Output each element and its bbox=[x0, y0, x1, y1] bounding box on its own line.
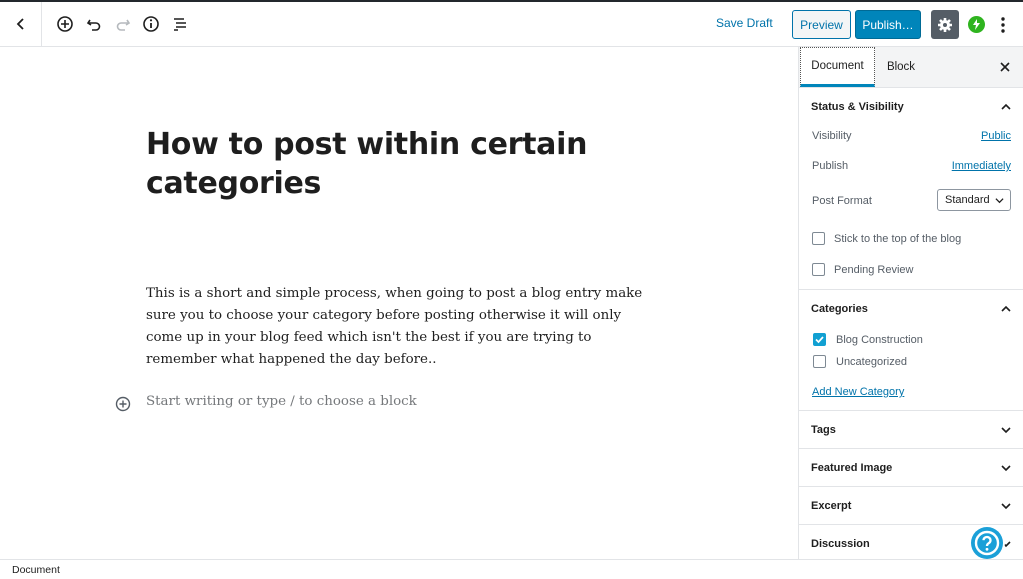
list-view-icon bbox=[174, 18, 186, 31]
close-icon[interactable] bbox=[997, 59, 1013, 75]
chevron-down-icon bbox=[1001, 427, 1011, 434]
breadcrumb[interactable]: Document bbox=[12, 564, 60, 576]
block-breadcrumb-bar: Document bbox=[0, 559, 1023, 579]
panel-title: Excerpt bbox=[811, 499, 852, 512]
help-button[interactable] bbox=[971, 527, 1003, 559]
save-draft-button[interactable]: Save Draft bbox=[716, 16, 773, 30]
add-block-button[interactable] bbox=[54, 13, 76, 35]
visibility-link[interactable]: Public bbox=[981, 130, 1011, 142]
default-block-appender[interactable]: Start writing or type / to choose a bloc… bbox=[146, 394, 417, 409]
checkmark-icon bbox=[815, 336, 824, 344]
panel-status-visibility: Status & Visibility Visibility Public Pu… bbox=[799, 88, 1023, 290]
chevron-down-icon bbox=[1001, 465, 1011, 472]
chevron-up-icon bbox=[1001, 103, 1011, 110]
panel-title: Status & Visibility bbox=[811, 100, 904, 113]
question-mark-icon bbox=[974, 530, 1000, 556]
panel-title: Discussion bbox=[811, 537, 870, 550]
chevron-down-icon bbox=[1001, 503, 1011, 510]
redo-icon bbox=[116, 19, 131, 31]
jetpack-bolt-icon bbox=[973, 19, 980, 30]
paragraph-block[interactable]: This is a short and simple process, when… bbox=[146, 283, 646, 371]
panel-excerpt[interactable]: Excerpt bbox=[799, 487, 1023, 525]
gear-icon bbox=[938, 17, 952, 32]
info-icon bbox=[143, 16, 159, 32]
plus-circle-icon bbox=[57, 16, 73, 32]
post-format-label: Post Format bbox=[812, 195, 872, 207]
redo-button[interactable] bbox=[112, 13, 134, 35]
panel-toggle-featured-image[interactable]: Featured Image bbox=[799, 449, 1023, 486]
post-format-select[interactable]: Standard bbox=[937, 189, 1011, 211]
panel-toggle-tags[interactable]: Tags bbox=[799, 411, 1023, 448]
publish-date-link[interactable]: Immediately bbox=[952, 160, 1011, 172]
undo-button[interactable] bbox=[83, 13, 105, 35]
panel-toggle-status-visibility[interactable]: Status & Visibility bbox=[799, 88, 1023, 125]
more-vertical-icon bbox=[1001, 17, 1005, 33]
post-format-value: Standard bbox=[945, 194, 990, 206]
panel-toggle-categories[interactable]: Categories bbox=[799, 290, 1023, 327]
panel-tags[interactable]: Tags bbox=[799, 411, 1023, 449]
panel-title: Tags bbox=[811, 423, 836, 436]
back-button[interactable] bbox=[0, 2, 42, 46]
add-new-category-link[interactable]: Add New Category bbox=[812, 386, 904, 398]
tab-block[interactable]: Block bbox=[883, 47, 919, 87]
chevron-left-icon bbox=[16, 18, 24, 30]
settings-button[interactable] bbox=[931, 10, 959, 39]
sticky-checkbox[interactable] bbox=[812, 232, 825, 245]
category-checkbox-blog-construction[interactable] bbox=[813, 333, 826, 346]
settings-sidebar: Document Block Status & Visibility Visib… bbox=[798, 47, 1023, 559]
visibility-label: Visibility bbox=[812, 130, 852, 142]
content-info-button[interactable] bbox=[140, 13, 162, 35]
pending-review-label: Pending Review bbox=[834, 264, 914, 276]
pending-review-checkbox[interactable] bbox=[812, 263, 825, 276]
inline-inserter-icon[interactable] bbox=[115, 396, 131, 412]
chevron-up-icon bbox=[1001, 305, 1011, 312]
panel-toggle-excerpt[interactable]: Excerpt bbox=[799, 487, 1023, 524]
panel-title: Categories bbox=[811, 302, 868, 315]
undo-icon bbox=[86, 19, 101, 31]
category-label: Blog Construction bbox=[836, 334, 923, 346]
category-checkbox-uncategorized[interactable] bbox=[813, 355, 826, 368]
preview-button[interactable]: Preview bbox=[792, 10, 851, 39]
more-options-button[interactable] bbox=[996, 14, 1010, 36]
category-label: Uncategorized bbox=[836, 356, 907, 368]
editor-toolbar: Save Draft Preview Publish… bbox=[0, 2, 1023, 47]
panel-featured-image[interactable]: Featured Image bbox=[799, 449, 1023, 487]
block-navigation-button[interactable] bbox=[169, 13, 191, 35]
chevron-down-icon bbox=[995, 198, 1004, 204]
sidebar-tabs: Document Block bbox=[799, 47, 1023, 88]
jetpack-button[interactable] bbox=[968, 16, 985, 33]
tab-document[interactable]: Document bbox=[800, 47, 875, 87]
post-title[interactable]: How to post within certain categories bbox=[146, 125, 646, 203]
panel-title: Featured Image bbox=[811, 461, 893, 474]
publish-button[interactable]: Publish… bbox=[855, 10, 921, 39]
publish-label: Publish bbox=[812, 160, 849, 172]
panel-categories: Categories Blog Construction Uncategoriz… bbox=[799, 290, 1023, 411]
sticky-label: Stick to the top of the blog bbox=[834, 233, 962, 245]
editor-canvas: How to post within certain categories Th… bbox=[0, 47, 798, 559]
